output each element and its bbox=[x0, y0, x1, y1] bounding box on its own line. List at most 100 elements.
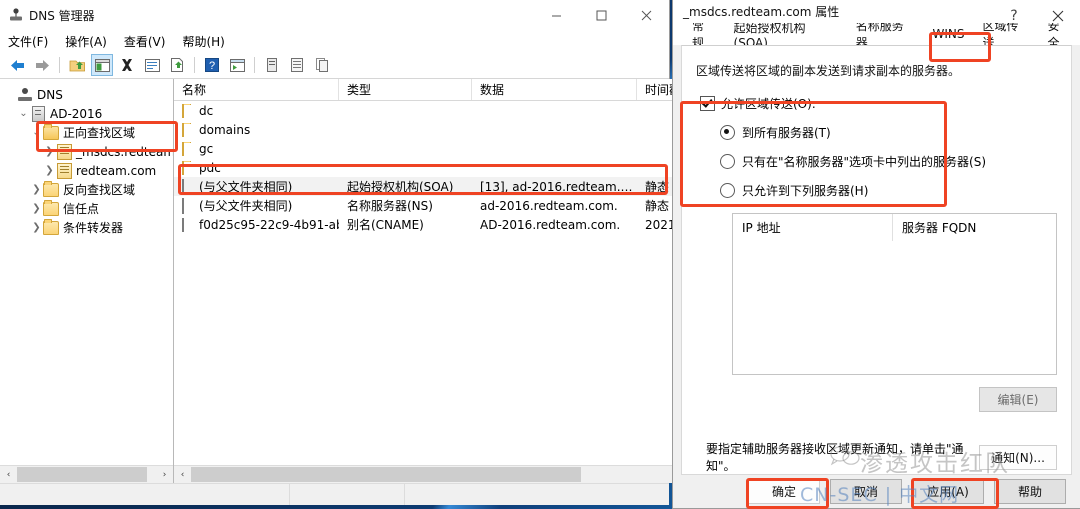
column-header-data[interactable]: 数据 bbox=[472, 79, 637, 100]
tree-scroll-right-arrow[interactable]: › bbox=[156, 466, 173, 483]
cell-name: (与父文件夹相同) bbox=[174, 197, 339, 214]
menu-item-file[interactable]: 文件(F) bbox=[8, 33, 48, 50]
export-list-icon[interactable] bbox=[166, 54, 188, 76]
column-header-server-fqdn[interactable]: 服务器 FQDN bbox=[893, 214, 976, 241]
menu-item-view[interactable]: 查看(V) bbox=[124, 33, 166, 50]
cell-name-text: (与父文件夹相同) bbox=[199, 199, 293, 213]
chevron-down-icon[interactable]: ⌄ bbox=[17, 108, 30, 119]
tree-horizontal-scrollbar[interactable]: ‹ › bbox=[0, 465, 173, 483]
folder-icon bbox=[182, 160, 195, 175]
properties-icon[interactable] bbox=[141, 54, 163, 76]
allow-zone-transfer-checkbox[interactable] bbox=[700, 96, 715, 112]
column-header-ip-address[interactable]: IP 地址 bbox=[733, 214, 893, 242]
list-horizontal-scrollbar[interactable]: ‹ › bbox=[174, 465, 727, 483]
close-icon bbox=[641, 10, 652, 20]
radio-row-following-servers[interactable]: 只允许到下列服务器(H) bbox=[720, 182, 1071, 199]
chevron-right-icon[interactable]: ❯ bbox=[43, 146, 56, 157]
chevron-right-icon[interactable]: ❯ bbox=[30, 184, 43, 195]
close-button[interactable] bbox=[624, 0, 669, 30]
copy-icon[interactable] bbox=[311, 54, 333, 76]
edit-button[interactable]: 编辑(E) bbox=[979, 387, 1057, 413]
dns-app-icon bbox=[9, 8, 23, 22]
maximize-button[interactable] bbox=[579, 0, 624, 30]
table-row[interactable]: gc bbox=[174, 139, 727, 158]
record-icon-shape bbox=[182, 198, 184, 214]
radio-following-servers[interactable] bbox=[720, 183, 735, 199]
tree-item-0[interactable]: DNS bbox=[0, 85, 173, 104]
back-arrow-icon[interactable] bbox=[6, 54, 28, 76]
chevron-right-icon[interactable]: ❯ bbox=[30, 203, 43, 214]
dialog-footer: 确定 取消 应用(A) 帮助 bbox=[673, 475, 1080, 508]
delete-icon[interactable] bbox=[116, 54, 138, 76]
cell-name-text: pdc bbox=[199, 160, 221, 175]
list-scroll-thumb[interactable] bbox=[191, 467, 581, 482]
radio-row-all-servers[interactable]: 到所有服务器(T) bbox=[720, 124, 1071, 141]
radio-row-ns-tab-servers[interactable]: 只有在"名称服务器"选项卡中列出的服务器(S) bbox=[720, 153, 1071, 170]
cell-name-text: f0d25c95-22c9-4b91-ab9... bbox=[199, 217, 339, 232]
tree-scroll-thumb[interactable] bbox=[17, 467, 147, 482]
records-list[interactable]: dc domains gc pdc (与父文件夹相同) 起始授权机构(SOA) [13], … bbox=[174, 101, 727, 463]
server-icon-shape bbox=[31, 105, 45, 122]
tree-item-label: DNS bbox=[37, 87, 63, 102]
table-row[interactable]: (与父文件夹相同) 起始授权机构(SOA) [13], ad-2016.redtea… bbox=[174, 177, 727, 196]
help-icon[interactable]: ? bbox=[201, 54, 223, 76]
table-row[interactable]: (与父文件夹相同) 名称服务器(NS) ad-2016.redteam.com. 静态 bbox=[174, 196, 727, 215]
console-tree[interactable]: DNS ⌄ AD-2016 ⌄ 正向查找区域 ❯ _msdcs.redteam.co ❯ red… bbox=[0, 79, 173, 443]
notify-row: 要指定辅助服务器接收区域更新通知，请单击"通知"。 通知(N)... bbox=[682, 412, 1071, 474]
cell-name: dc bbox=[174, 103, 339, 118]
record-icon bbox=[182, 179, 195, 195]
console-panes: DNS ⌄ AD-2016 ⌄ 正向查找区域 ❯ _msdcs.redteam.co ❯ red… bbox=[0, 79, 727, 483]
forward-arrow-icon[interactable] bbox=[31, 54, 53, 76]
table-row[interactable]: f0d25c95-22c9-4b91-ab9... 别名(CNAME) AD-201… bbox=[174, 215, 727, 234]
tree-item-7[interactable]: ❯ 条件转发器 bbox=[0, 218, 173, 237]
table-row[interactable]: dc bbox=[174, 101, 727, 120]
up-folder-icon[interactable] bbox=[66, 54, 88, 76]
radio-ns-tab-servers[interactable] bbox=[720, 154, 735, 170]
cancel-button[interactable]: 取消 bbox=[830, 479, 902, 505]
column-header-type[interactable]: 类型 bbox=[339, 79, 472, 100]
tab-2[interactable]: 名称服务器 bbox=[847, 19, 924, 50]
secondary-servers-table[interactable]: IP 地址 服务器 FQDN bbox=[732, 213, 1057, 376]
radio-all-servers[interactable] bbox=[720, 125, 735, 141]
server-icon[interactable] bbox=[261, 54, 283, 76]
notify-button[interactable]: 通知(N)... bbox=[979, 444, 1057, 470]
list-icon[interactable] bbox=[286, 54, 308, 76]
tab-0[interactable]: 常规 bbox=[683, 19, 725, 50]
tree-item-2[interactable]: ⌄ 正向查找区域 bbox=[0, 123, 173, 142]
record-icon-shape bbox=[182, 179, 184, 195]
menu-item-action[interactable]: 操作(A) bbox=[65, 33, 107, 50]
close-icon bbox=[1052, 10, 1064, 22]
tree-item-3[interactable]: ❯ _msdcs.redteam.co bbox=[0, 142, 173, 161]
tab-3[interactable]: WINS bbox=[923, 23, 973, 45]
tree-item-5[interactable]: ❯ 反向查找区域 bbox=[0, 180, 173, 199]
server-icon bbox=[30, 105, 46, 122]
dialog-help-button[interactable]: ? bbox=[992, 0, 1036, 32]
folder-icon bbox=[182, 141, 195, 156]
help-button[interactable]: 帮助 bbox=[994, 479, 1066, 505]
tree-item-1[interactable]: ⌄ AD-2016 bbox=[0, 104, 173, 123]
folder-icon-shape bbox=[182, 141, 184, 156]
tree-item-4[interactable]: ❯ redteam.com bbox=[0, 161, 173, 180]
cell-data: ad-2016.redteam.com. bbox=[480, 198, 618, 213]
tab-1[interactable]: 起始授权机构(SOA) bbox=[725, 21, 847, 50]
chevron-right-icon[interactable]: ❯ bbox=[30, 222, 43, 233]
record-icon-shape bbox=[182, 217, 184, 232]
ok-button[interactable]: 确定 bbox=[748, 479, 820, 505]
tree-item-6[interactable]: ❯ 信任点 bbox=[0, 199, 173, 218]
minimize-button[interactable] bbox=[534, 0, 579, 30]
table-row[interactable]: pdc bbox=[174, 158, 727, 177]
chevron-right-icon[interactable]: ❯ bbox=[43, 165, 56, 176]
list-scroll-left-arrow[interactable]: ‹ bbox=[174, 466, 191, 483]
tree-scroll-left-arrow[interactable]: ‹ bbox=[0, 466, 17, 483]
new-window-icon[interactable] bbox=[226, 54, 248, 76]
menu-item-help[interactable]: 帮助(H) bbox=[182, 33, 224, 50]
allow-zone-transfer-row[interactable]: 允许区域传送(O): bbox=[700, 95, 1071, 112]
show-hide-console-tree-icon[interactable] bbox=[91, 54, 113, 76]
table-row[interactable]: domains bbox=[174, 120, 727, 139]
chevron-down-icon[interactable]: ⌄ bbox=[30, 127, 43, 138]
folder-icon-shape bbox=[182, 160, 184, 175]
apply-button[interactable]: 应用(A) bbox=[912, 479, 984, 505]
zone-transfer-tab-page: 区域传送将区域的副本发送到请求副本的服务器。 允许区域传送(O): 到所有服务器… bbox=[681, 45, 1072, 476]
dialog-close-button[interactable] bbox=[1036, 0, 1080, 32]
column-header-name[interactable]: 名称 bbox=[174, 79, 339, 100]
